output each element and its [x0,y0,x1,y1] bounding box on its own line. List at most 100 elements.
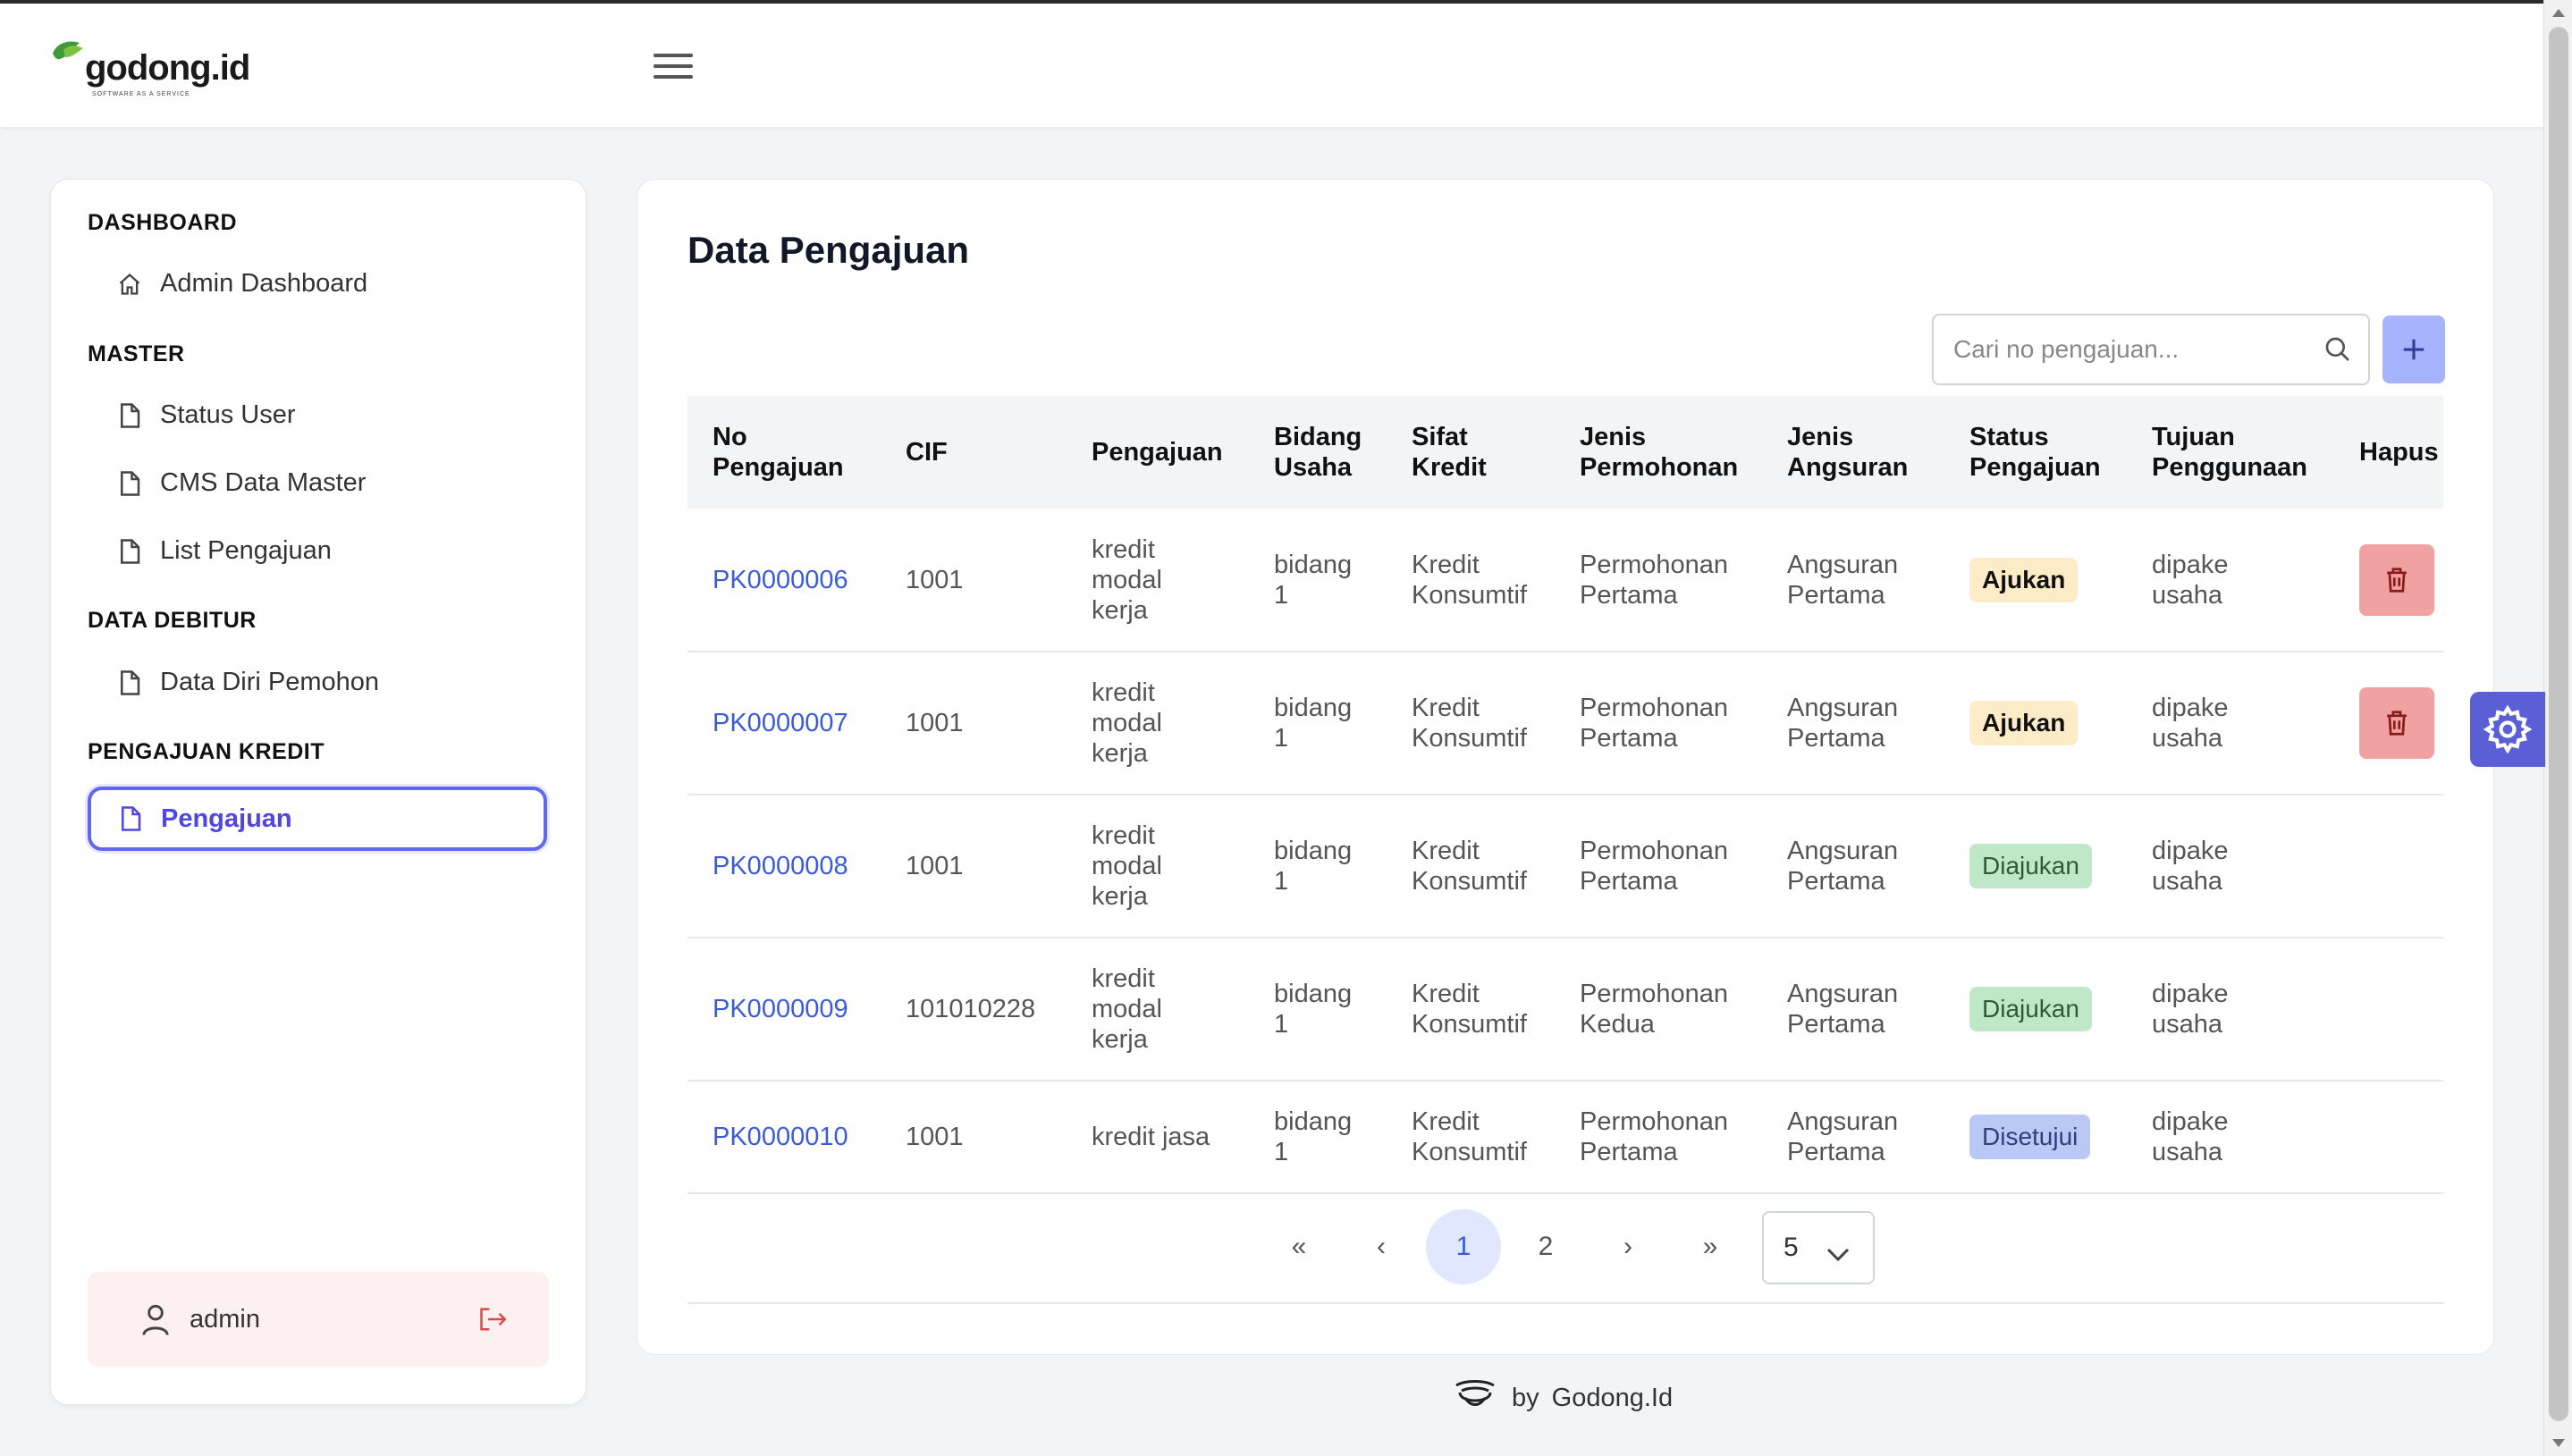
tujuan-cell: dipake usaha [2127,509,2334,652]
sifat-cell: Kredit Konsumtif [1387,795,1555,938]
delete-button[interactable] [2359,543,2434,616]
bidang-cell: bidang 1 [1249,509,1387,652]
angsuran-cell: Angsuran Pertama [1762,509,1944,652]
page-scrollbar[interactable] [2543,0,2572,1456]
bidang-cell: bidang 1 [1249,652,1387,795]
header-no-pengajuan[interactable]: No Pengajuan [687,396,881,509]
permohonan-cell: Permohonan Pertama [1555,652,1762,795]
sidebar-item-label: Status User [160,400,296,429]
table-row: PK0000006 1001 kredit modal kerja bidang 1 … [687,509,2443,652]
file-icon [116,804,145,833]
pengajuan-number-link[interactable]: PK0000007 [713,709,848,737]
pagination-next-button[interactable]: › [1590,1209,1665,1284]
scroll-down-arrow-icon[interactable] [2552,1439,2565,1447]
logout-icon[interactable] [477,1306,508,1333]
user-panel: admin [88,1272,549,1367]
file-icon [115,401,144,430]
add-pengajuan-button[interactable] [2382,316,2445,383]
pagination-last-button[interactable]: » [1673,1209,1748,1284]
pengajuan-number-link[interactable]: PK0000010 [713,1123,848,1151]
header-hapus: Hapus [2359,438,2439,467]
sifat-cell: Kredit Konsumtif [1387,652,1555,795]
cif-cell: 101010228 [881,938,1067,1081]
bidang-cell: bidang 1 [1249,795,1387,938]
sidebar-item-admin-dashboard[interactable]: Admin Dashboard [115,269,367,299]
status-badge: Diajukan [1969,987,2092,1031]
godong-brand-icon [1453,1376,1497,1419]
pengajuan-number-link[interactable]: PK0000009 [713,995,848,1023]
delete-button[interactable] [2359,687,2434,759]
angsuran-cell: Angsuran Pertama [1762,938,1944,1081]
sidebar-item-cms-data-master[interactable]: CMS Data Master [115,468,366,498]
trash-icon [2387,567,2407,593]
pagination: « ‹ 1 2 › » 5 [637,1209,2495,1290]
hamburger-menu-icon[interactable] [654,54,693,82]
status-badge: Ajukan [1969,701,2079,745]
angsuran-cell: Angsuran Pertama [1762,652,1944,795]
delete-cell-empty [2334,795,2443,938]
pagination-prev-button[interactable]: ‹ [1344,1209,1419,1284]
main-content-card: Data Pengajuan NoPengajuan CIF Pengajuan… [637,179,2494,1355]
logo-text: godong.id [85,48,250,88]
pagination-first-button[interactable]: « [1261,1209,1337,1284]
table-row: PK0000009 101010228 kredit modal kerja bid… [687,938,2443,1081]
sidebar-item-label: List Pengajuan [160,536,332,565]
user-icon [139,1302,172,1336]
sidebar-section-master: MASTER [88,341,185,366]
header-status-pengajuan[interactable]: Status Pengajuan [1944,396,2127,509]
sidebar-item-data-diri-pemohon[interactable]: Data Diri Pemohon [115,668,379,697]
tujuan-cell: dipake usaha [2127,1081,2334,1194]
table-row: PK0000010 1001 kredit jasa bidang 1 Kredi… [687,1081,2443,1194]
search-box[interactable] [1932,314,2370,385]
header-tujuan-penggunaan[interactable]: Tujuan Penggunaan [2127,396,2334,509]
logo-tagline: SOFTWARE AS A SERVICE [92,91,190,97]
table-header-row: No Pengajuan CIF Pengajuan Bidang Usaha Si… [687,396,2443,509]
user-name: admin [190,1304,260,1334]
search-icon[interactable] [2323,335,2352,368]
permohonan-cell: Permohonan Pertama [1555,509,1762,652]
bidang-cell: bidang 1 [1249,938,1387,1081]
file-icon [115,469,144,498]
trash-icon [2387,711,2407,736]
footer-brand[interactable]: Godong.Id [1552,1384,1673,1413]
sidebar-item-pengajuan[interactable]: Pengajuan [88,787,547,851]
pengajuan-cell: kredit modal kerja [1067,509,1249,652]
pengajuan-number-link[interactable]: PK0000008 [713,852,848,880]
header-sifat-kredit[interactable]: Sifat Kredit [1387,396,1555,509]
header-bidang-usaha[interactable]: Bidang Usaha [1249,396,1387,509]
sidebar-item-label: Data Diri Pemohon [160,668,379,696]
sidebar-item-status-user[interactable]: Status User [115,400,296,430]
sidebar-section-dashboard: DASHBOARD [88,210,237,235]
pengajuan-table: No Pengajuan CIF Pengajuan Bidang Usaha Si… [687,396,2443,1194]
header-pengajuan[interactable]: Pengajuan [1067,396,1249,509]
sidebar: DASHBOARD Admin Dashboard MASTER Status … [50,179,586,1405]
pengajuan-cell: kredit modal kerja [1067,795,1249,938]
footer: by Godong.Id [1453,1376,1673,1419]
gear-icon [2483,704,2533,754]
sifat-cell: Kredit Konsumtif [1387,509,1555,652]
tujuan-cell: dipake usaha [2127,652,2334,795]
pagination-page-1[interactable]: 1 [1426,1209,1501,1284]
header-jenis-angsuran[interactable]: Jenis Angsuran [1762,396,1944,509]
pengajuan-number-link[interactable]: PK0000006 [713,566,848,594]
footer-by: by [1512,1383,1539,1412]
pagination-page-2[interactable]: 2 [1508,1209,1583,1284]
scroll-up-arrow-icon[interactable] [2552,9,2565,17]
pengajuan-cell: kredit modal kerja [1067,652,1249,795]
sidebar-item-label: CMS Data Master [160,468,367,497]
header-cif[interactable]: CIF [881,396,1067,509]
sifat-cell: Kredit Konsumtif [1387,1081,1555,1194]
logo[interactable]: godong.id SOFTWARE AS A SERVICE [49,36,250,107]
table-row: PK0000008 1001 kredit modal kerja bidang 1 … [687,795,2443,938]
settings-button[interactable] [2470,692,2545,767]
scroll-thumb[interactable] [2549,27,2568,1421]
page-title: Data Pengajuan [687,229,970,271]
search-input[interactable] [1952,334,2313,365]
permohonan-cell: Permohonan Kedua [1555,938,1762,1081]
sidebar-item-label: Pengajuan [161,804,292,833]
top-bar: godong.id SOFTWARE AS A SERVICE [0,0,2544,127]
sidebar-item-label: Admin Dashboard [160,269,368,298]
per-page-select[interactable]: 5 [1762,1211,1875,1284]
sidebar-item-list-pengajuan[interactable]: List Pengajuan [115,536,332,566]
header-jenis-permohonan[interactable]: Jenis Permohonan [1555,396,1762,509]
